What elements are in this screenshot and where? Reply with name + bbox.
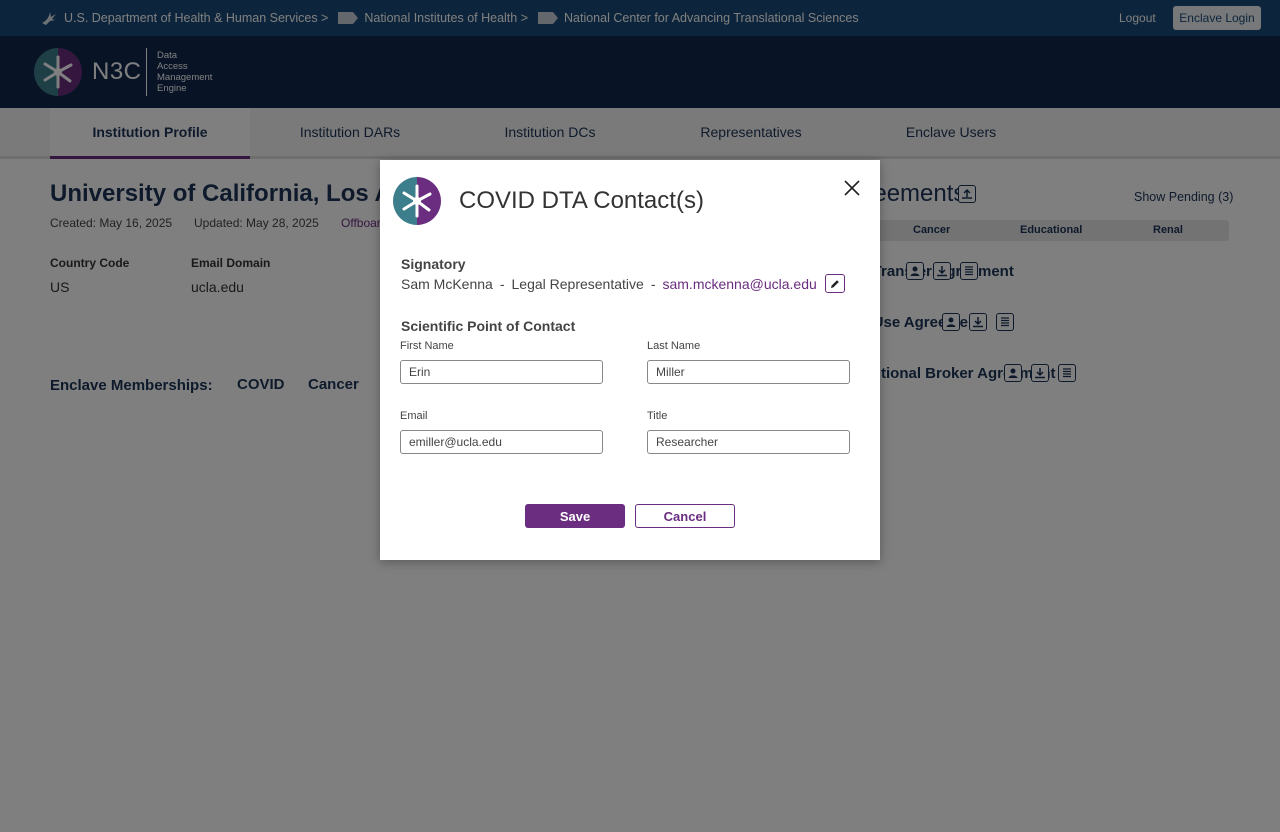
signatory-details: Sam McKenna - Legal Representative - sam… (401, 274, 845, 293)
n3c-logo-icon (393, 177, 441, 225)
first-name-input[interactable] (400, 360, 603, 384)
save-button[interactable]: Save (525, 504, 625, 528)
signatory-role: Legal Representative (511, 275, 644, 292)
edit-signatory-button[interactable] (824, 274, 845, 293)
cancel-button[interactable]: Cancel (635, 504, 735, 528)
poc-heading: Scientific Point of Contact (401, 318, 576, 334)
title-input[interactable] (647, 430, 850, 454)
first-name-label: First Name (400, 340, 454, 352)
email-input[interactable] (400, 430, 603, 454)
separator: - (499, 275, 505, 292)
signatory-email[interactable]: sam.mckenna@ucla.edu (662, 276, 816, 292)
pencil-icon (830, 279, 839, 288)
close-icon[interactable] (842, 178, 862, 198)
dta-contacts-modal: COVID DTA Contact(s) Signatory Sam McKen… (380, 160, 880, 560)
signatory-heading: Signatory (401, 256, 466, 272)
last-name-input[interactable] (647, 360, 850, 384)
signatory-name: Sam McKenna (401, 275, 493, 292)
separator: - (650, 275, 656, 292)
modal-title: COVID DTA Contact(s) (459, 187, 704, 214)
last-name-label: Last Name (647, 340, 701, 352)
email-label: Email (400, 410, 428, 422)
title-label: Title (647, 410, 668, 422)
